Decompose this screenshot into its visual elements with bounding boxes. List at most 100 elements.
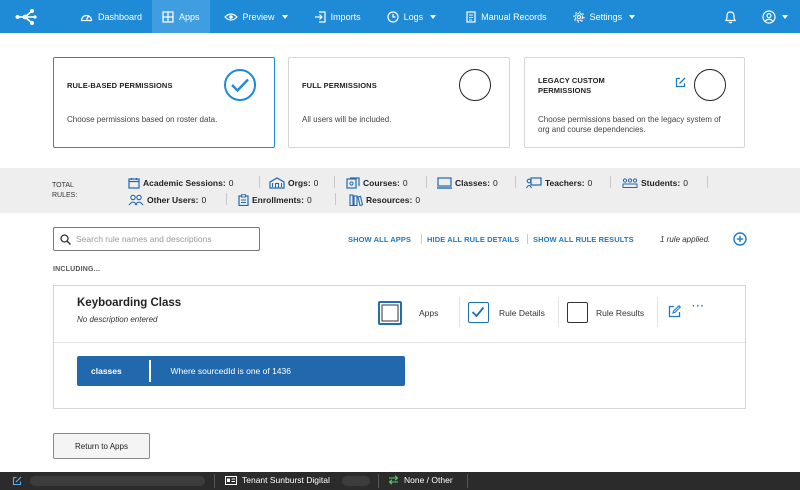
stat-teachers: Teachers: 0 [526,177,592,189]
show-all-rule-results-link[interactable]: SHOW ALL RULE RESULTS [533,235,634,244]
search-icon [60,233,71,245]
stat-label: Students: [641,178,681,188]
unselected-circle-icon [694,69,726,101]
nav-apps[interactable]: Apps [152,0,210,33]
full-permissions-card[interactable]: FULL PERMISSIONS All users will be inclu… [288,57,510,148]
nav-right-actions [710,0,800,33]
rule-description: No description entered [77,315,158,324]
chevron-down-icon [782,14,788,19]
chevron-down-icon [430,14,437,19]
divider [335,193,336,205]
rule-condition-chip: classes Where sourcedId is one of 1436 [77,356,405,386]
nav-dashboard[interactable]: Dashboard [70,0,152,33]
unselected-circle-icon [459,69,491,101]
card-description: Choose permissions based on the legacy s… [538,115,721,134]
nav-preview[interactable]: Preview [214,0,298,33]
notifications-button[interactable] [710,0,750,33]
stat-label: Academic Sessions: [143,178,226,188]
divider [54,342,745,343]
edit-icon[interactable] [668,305,681,318]
nav-preview-label: Preview [242,11,275,22]
divider [527,234,528,244]
divider [226,193,227,205]
edit-icon[interactable] [675,77,686,88]
stat-count: 0 [402,178,408,188]
divider [707,176,708,188]
rule-card: Keyboarding Class No description entered… [53,285,746,409]
stat-count: 0 [587,178,593,188]
checkmark-icon [471,306,485,318]
condition-key: classes [91,366,122,376]
nav-apps-label: Apps [179,11,200,22]
calendar-icon [128,178,140,189]
divider [378,474,379,488]
stat-enrollments: Enrollments: 0 [238,194,312,206]
nav-dashboard-label: Dashboard [98,11,143,22]
id-card-icon [225,475,237,485]
search-input[interactable] [76,234,251,244]
nav-imports[interactable]: Imports [304,0,371,33]
stat-resources: Resources: 0 [349,194,420,206]
import-icon [314,10,326,23]
rules-applied-count: 1 rule applied. [660,235,711,244]
more-options-button[interactable]: ··· [692,301,705,312]
app-logo[interactable] [0,0,52,33]
nav-logs[interactable]: Logs [377,0,447,33]
sync-status: None / Other [404,475,453,485]
stat-label: Resources: [366,195,413,205]
school-icon [269,177,285,189]
nav-settings-label: Settings [589,11,623,22]
return-to-apps-button[interactable]: Return to Apps [53,433,150,459]
stat-count: 0 [683,178,688,188]
nav-settings[interactable]: Settings [563,0,646,33]
divider [610,176,611,188]
stat-count: 0 [306,195,312,205]
students-icon [622,178,638,188]
divider [558,297,559,327]
clock-icon [386,10,399,23]
divider [515,176,516,188]
stat-courses: Courses: 0 [346,177,408,189]
legacy-custom-permissions-card[interactable]: LEGACY CUSTOM PERMISSIONS Choose permiss… [524,57,745,148]
books-icon [349,194,363,206]
stat-count: 0 [201,195,207,205]
divider [459,297,460,327]
nav-manual-records[interactable]: Manual Records [456,0,557,33]
stat-count: 0 [415,195,421,205]
card-title: RULE-BASED PERMISSIONS [67,81,173,90]
clipboard-icon [238,194,249,206]
stat-label: Enrollments: [252,195,304,205]
monitor-icon [437,177,452,189]
card-description: All users will be included. [302,115,392,124]
condition-value: Where sourcedId is one of 1436 [170,366,292,376]
divider [334,176,335,188]
stat-label: Teachers: [545,178,585,188]
card-title: LEGACY CUSTOM PERMISSIONS [538,76,605,95]
rule-search-box [53,227,260,251]
sync-indicator: None / Other [388,475,453,485]
dashboard-icon [80,14,93,22]
nav-manual-records-label: Manual Records [481,11,547,22]
divider [214,474,215,488]
eye-icon [223,12,238,21]
bell-icon [724,10,736,23]
external-link-icon[interactable] [12,476,22,486]
stat-other-users: Other Users: 0 [128,194,206,206]
nav-imports-label: Imports [330,11,361,22]
rule-details-checkbox[interactable] [468,302,489,323]
including-label: INCLUDING... [53,266,101,273]
total-rules-label: TOTAL RULES: [52,182,78,199]
stat-academic-sessions: Academic Sessions: 0 [128,177,233,189]
network-logo-icon [15,8,37,25]
show-all-apps-link[interactable]: SHOW ALL APPS [348,235,411,244]
stat-count: 0 [228,178,234,188]
redacted-field [342,476,370,486]
rule-based-permissions-card[interactable]: RULE-BASED PERMISSIONS Choose permission… [53,57,275,148]
add-rule-icon[interactable] [733,232,747,246]
user-menu-button[interactable] [750,0,800,33]
apps-checkbox[interactable] [378,301,402,325]
divider [657,297,658,327]
stat-label: Courses: [363,178,400,188]
rule-results-checkbox[interactable] [567,302,588,323]
hide-all-rule-details-link[interactable]: HIDE ALL RULE DETAILS [427,235,519,244]
